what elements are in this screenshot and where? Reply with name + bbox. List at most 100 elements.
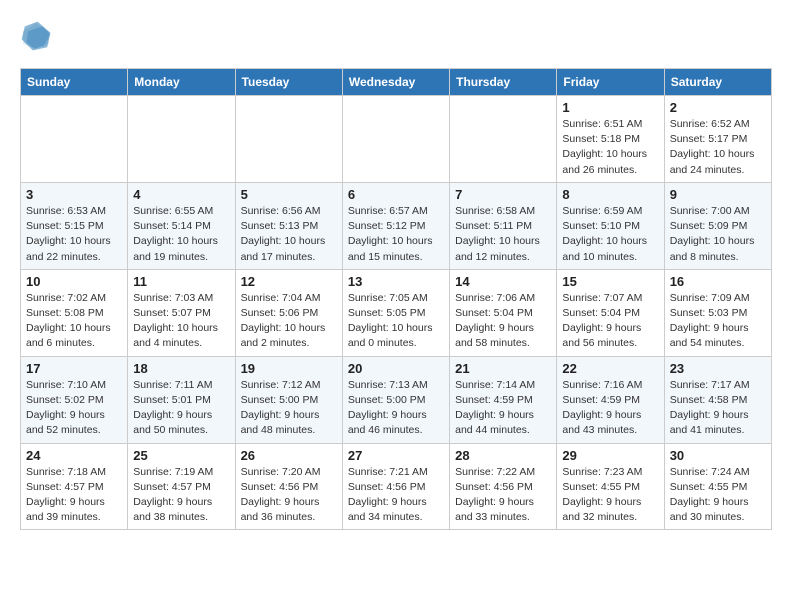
calendar-cell: 9Sunrise: 7:00 AM Sunset: 5:09 PM Daylig… (664, 182, 771, 269)
day-info: Sunrise: 7:00 AM Sunset: 5:09 PM Dayligh… (670, 204, 766, 265)
day-info: Sunrise: 7:11 AM Sunset: 5:01 PM Dayligh… (133, 378, 229, 439)
day-info: Sunrise: 7:23 AM Sunset: 4:55 PM Dayligh… (562, 465, 658, 526)
day-info: Sunrise: 7:22 AM Sunset: 4:56 PM Dayligh… (455, 465, 551, 526)
calendar-cell (235, 96, 342, 183)
day-number: 7 (455, 187, 551, 202)
day-info: Sunrise: 7:09 AM Sunset: 5:03 PM Dayligh… (670, 291, 766, 352)
calendar-week-5: 24 Sunrise: 7:18 AM Sunset: 4:57 PM Dayli… (21, 443, 772, 530)
day-number: 10 (26, 274, 122, 289)
calendar-cell: 3 Sunrise: 6:53 AM Sunset: 5:15 PM Daylig… (21, 182, 128, 269)
calendar-cell: 20 Sunrise: 7:13 AM Sunset: 5:00 PM Dayli… (342, 356, 449, 443)
day-info: Sunrise: 7:17 AM Sunset: 4:58 PM Dayligh… (670, 378, 766, 439)
day-info: Sunrise: 7:10 AM Sunset: 5:02 PM Dayligh… (26, 378, 122, 439)
calendar-cell: 7 Sunrise: 6:58 AM Sunset: 5:11 PM Daylig… (450, 182, 557, 269)
day-number: 11 (133, 274, 229, 289)
calendar-cell (342, 96, 449, 183)
calendar-week-3: 10 Sunrise: 7:02 AM Sunset: 5:08 PM Dayli… (21, 269, 772, 356)
calendar-table: SundayMondayTuesdayWednesdayThursdayFrid… (20, 68, 772, 530)
day-info: Sunrise: 7:18 AM Sunset: 4:57 PM Dayligh… (26, 465, 122, 526)
calendar-cell: 10 Sunrise: 7:02 AM Sunset: 5:08 PM Dayli… (21, 269, 128, 356)
day-number: 15 (562, 274, 658, 289)
calendar-cell: 14 Sunrise: 7:06 AM Sunset: 5:04 PM Dayli… (450, 269, 557, 356)
day-number: 25 (133, 448, 229, 463)
day-info: Sunrise: 7:21 AM Sunset: 4:56 PM Dayligh… (348, 465, 444, 526)
day-number: 5 (241, 187, 337, 202)
calendar-week-1: 1 Sunrise: 6:51 AM Sunset: 5:18 PM Daylig… (21, 96, 772, 183)
day-header-saturday: Saturday (664, 69, 771, 96)
day-number: 20 (348, 361, 444, 376)
day-number: 1 (562, 100, 658, 115)
day-number: 6 (348, 187, 444, 202)
calendar-cell (450, 96, 557, 183)
calendar-cell: 6Sunrise: 6:57 AM Sunset: 5:12 PM Daylig… (342, 182, 449, 269)
calendar-cell: 8Sunrise: 6:59 AM Sunset: 5:10 PM Daylig… (557, 182, 664, 269)
day-number: 21 (455, 361, 551, 376)
calendar-cell: 22 Sunrise: 7:16 AM Sunset: 4:59 PM Dayli… (557, 356, 664, 443)
calendar-cell: 13 Sunrise: 7:05 AM Sunset: 5:05 PM Dayli… (342, 269, 449, 356)
calendar-cell: 5 Sunrise: 6:56 AM Sunset: 5:13 PM Daylig… (235, 182, 342, 269)
day-info: Sunrise: 6:53 AM Sunset: 5:15 PM Dayligh… (26, 204, 122, 265)
calendar-cell: 4 Sunrise: 6:55 AM Sunset: 5:14 PM Daylig… (128, 182, 235, 269)
calendar-cell (128, 96, 235, 183)
day-header-thursday: Thursday (450, 69, 557, 96)
calendar-cell: 2 Sunrise: 6:52 AM Sunset: 5:17 PM Daylig… (664, 96, 771, 183)
day-number: 4 (133, 187, 229, 202)
logo-icon (20, 20, 52, 52)
day-number: 26 (241, 448, 337, 463)
day-number: 18 (133, 361, 229, 376)
day-info: Sunrise: 6:56 AM Sunset: 5:13 PM Dayligh… (241, 204, 337, 265)
day-info: Sunrise: 7:19 AM Sunset: 4:57 PM Dayligh… (133, 465, 229, 526)
page-header (20, 20, 772, 52)
day-info: Sunrise: 7:03 AM Sunset: 5:07 PM Dayligh… (133, 291, 229, 352)
day-header-tuesday: Tuesday (235, 69, 342, 96)
day-number: 19 (241, 361, 337, 376)
calendar-cell: 12Sunrise: 7:04 AM Sunset: 5:06 PM Dayli… (235, 269, 342, 356)
day-header-sunday: Sunday (21, 69, 128, 96)
day-header-wednesday: Wednesday (342, 69, 449, 96)
day-number: 14 (455, 274, 551, 289)
day-info: Sunrise: 7:24 AM Sunset: 4:55 PM Dayligh… (670, 465, 766, 526)
calendar-cell: 23 Sunrise: 7:17 AM Sunset: 4:58 PM Dayli… (664, 356, 771, 443)
calendar-cell: 24 Sunrise: 7:18 AM Sunset: 4:57 PM Dayli… (21, 443, 128, 530)
calendar-cell: 27 Sunrise: 7:21 AM Sunset: 4:56 PM Dayli… (342, 443, 449, 530)
day-info: Sunrise: 7:13 AM Sunset: 5:00 PM Dayligh… (348, 378, 444, 439)
calendar-week-4: 17 Sunrise: 7:10 AM Sunset: 5:02 PM Dayli… (21, 356, 772, 443)
day-number: 23 (670, 361, 766, 376)
day-number: 13 (348, 274, 444, 289)
day-number: 2 (670, 100, 766, 115)
calendar-cell (21, 96, 128, 183)
calendar-cell: 18 Sunrise: 7:11 AM Sunset: 5:01 PM Dayli… (128, 356, 235, 443)
day-info: Sunrise: 7:04 AM Sunset: 5:06 PM Dayligh… (241, 291, 337, 352)
day-info: Sunrise: 7:20 AM Sunset: 4:56 PM Dayligh… (241, 465, 337, 526)
day-info: Sunrise: 6:52 AM Sunset: 5:17 PM Dayligh… (670, 117, 766, 178)
day-number: 30 (670, 448, 766, 463)
day-info: Sunrise: 7:06 AM Sunset: 5:04 PM Dayligh… (455, 291, 551, 352)
day-header-monday: Monday (128, 69, 235, 96)
calendar-cell: 15 Sunrise: 7:07 AM Sunset: 5:04 PM Dayli… (557, 269, 664, 356)
day-info: Sunrise: 7:12 AM Sunset: 5:00 PM Dayligh… (241, 378, 337, 439)
calendar-cell: 17 Sunrise: 7:10 AM Sunset: 5:02 PM Dayli… (21, 356, 128, 443)
calendar-week-2: 3 Sunrise: 6:53 AM Sunset: 5:15 PM Daylig… (21, 182, 772, 269)
calendar-cell: 26 Sunrise: 7:20 AM Sunset: 4:56 PM Dayli… (235, 443, 342, 530)
day-number: 27 (348, 448, 444, 463)
day-number: 3 (26, 187, 122, 202)
day-info: Sunrise: 6:59 AM Sunset: 5:10 PM Dayligh… (562, 204, 658, 265)
day-info: Sunrise: 6:51 AM Sunset: 5:18 PM Dayligh… (562, 117, 658, 178)
day-number: 28 (455, 448, 551, 463)
day-info: Sunrise: 7:07 AM Sunset: 5:04 PM Dayligh… (562, 291, 658, 352)
day-info: Sunrise: 7:05 AM Sunset: 5:05 PM Dayligh… (348, 291, 444, 352)
day-info: Sunrise: 6:58 AM Sunset: 5:11 PM Dayligh… (455, 204, 551, 265)
day-info: Sunrise: 6:55 AM Sunset: 5:14 PM Dayligh… (133, 204, 229, 265)
day-number: 17 (26, 361, 122, 376)
calendar-cell: 11 Sunrise: 7:03 AM Sunset: 5:07 PM Dayli… (128, 269, 235, 356)
calendar-cell: 25 Sunrise: 7:19 AM Sunset: 4:57 PM Dayli… (128, 443, 235, 530)
day-number: 22 (562, 361, 658, 376)
calendar-cell: 16Sunrise: 7:09 AM Sunset: 5:03 PM Dayli… (664, 269, 771, 356)
day-number: 29 (562, 448, 658, 463)
day-info: Sunrise: 7:02 AM Sunset: 5:08 PM Dayligh… (26, 291, 122, 352)
day-number: 24 (26, 448, 122, 463)
day-info: Sunrise: 7:16 AM Sunset: 4:59 PM Dayligh… (562, 378, 658, 439)
day-info: Sunrise: 7:14 AM Sunset: 4:59 PM Dayligh… (455, 378, 551, 439)
calendar-cell: 28 Sunrise: 7:22 AM Sunset: 4:56 PM Dayli… (450, 443, 557, 530)
day-header-friday: Friday (557, 69, 664, 96)
